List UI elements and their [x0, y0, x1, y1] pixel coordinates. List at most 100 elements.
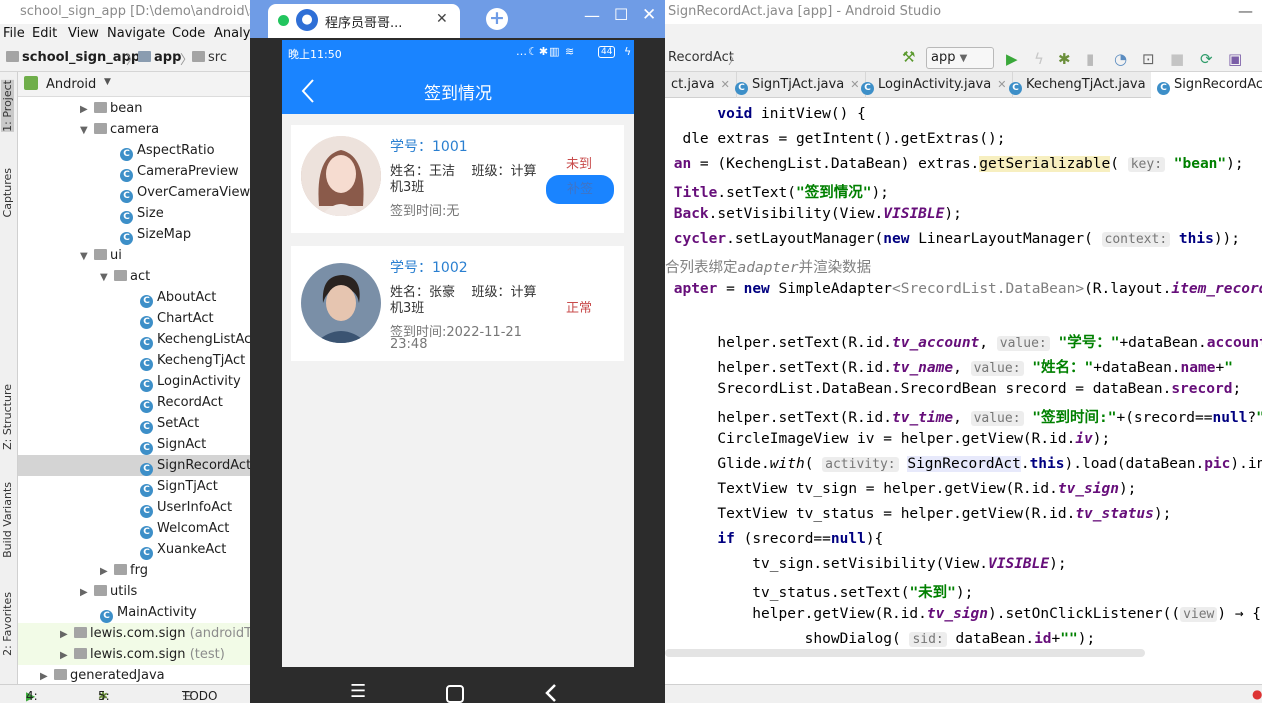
tree-item-frg[interactable]: ▶ frg	[18, 560, 250, 581]
maximize-icon[interactable]: ☐	[614, 5, 628, 24]
tree-item-kechenglistact[interactable]: C KechengListAct	[18, 329, 250, 350]
project-view-select[interactable]: Android	[46, 77, 96, 92]
menu-navigate[interactable]: Navigate	[107, 26, 165, 41]
tab-signtjact[interactable]: C SignTjAct.java ✕	[729, 72, 867, 98]
stop-icon[interactable]: ■	[1170, 50, 1184, 68]
attach-icon[interactable]: ⊡	[1142, 50, 1155, 68]
code-editor[interactable]: void initView() { dle extras = getIntent…	[665, 98, 1262, 684]
tool-build-variants[interactable]: Build Variants	[1, 482, 14, 558]
tab-kechengtjact[interactable]: CKechengTjAct.java✕	[1003, 72, 1168, 98]
breadcrumb-current[interactable]: RecordAct	[668, 50, 734, 65]
tree-item-package-test[interactable]: ▶ lewis.com.sign (test)	[18, 644, 250, 665]
chevron-down-icon[interactable]: ▼	[80, 120, 94, 140]
tab-loginactivity[interactable]: C LoginActivity.java ✕	[855, 72, 1014, 98]
tool-favorites[interactable]: 2: Favorites	[1, 592, 14, 656]
home-icon[interactable]	[446, 685, 464, 703]
debug-icon[interactable]: ✱	[1058, 50, 1071, 68]
tree-item-userinfoact[interactable]: C UserInfoAct	[18, 497, 250, 518]
debug-tool-label: 5: Debug	[98, 689, 110, 703]
run-config-select[interactable]: app ▼	[926, 47, 994, 69]
tree-item-camerapreview[interactable]: C CameraPreview	[18, 161, 250, 182]
tool-captures[interactable]: Captures	[1, 168, 14, 217]
tree-item-utils[interactable]: ▶ utils	[18, 581, 250, 602]
code-line: Title.setText("签到情况");	[673, 185, 889, 201]
tree-item-signrecordact[interactable]: C SignRecordAct	[18, 455, 250, 476]
sync-icon[interactable]: ⟳	[1200, 50, 1213, 68]
tree-item-label: OverCameraView	[137, 185, 250, 200]
error-indicator-icon[interactable]: ●	[1252, 687, 1262, 701]
tree-item-label: CameraPreview	[137, 164, 239, 179]
class-icon: C	[140, 358, 153, 371]
tree-item-generatedjava[interactable]: ▶ generatedJava	[18, 665, 250, 686]
apply-changes-icon[interactable]: ϟ	[1034, 50, 1044, 68]
tree-item-label: camera	[110, 122, 160, 137]
avd-manager-icon[interactable]: ▣	[1228, 50, 1242, 68]
chevron-right-icon[interactable]: ▶	[60, 645, 74, 665]
tab-signrecordact[interactable]: C SignRecordAct	[1151, 72, 1262, 98]
tree-item-package-androidtest[interactable]: ▶ lewis.com.sign (androidTe	[18, 623, 250, 644]
tree-item-welcomact[interactable]: C WelcomAct	[18, 518, 250, 539]
tree-item-size[interactable]: C Size	[18, 203, 250, 224]
tree-item-ui[interactable]: ▼ ui	[18, 245, 250, 266]
tree-item-recordact[interactable]: C RecordAct	[18, 392, 250, 413]
project-panel-header: Android ▼	[18, 72, 250, 97]
class-icon: C	[140, 505, 153, 518]
tree-item-kechengtjact[interactable]: C KechengTjAct	[18, 350, 250, 371]
chevron-right-icon[interactable]: ▶	[60, 624, 74, 644]
menu-view[interactable]: View	[68, 26, 99, 41]
code-line: helper.getView(R.id.tv_sign).setOnClickL…	[665, 606, 1262, 622]
chevron-down-icon[interactable]: ▼	[104, 77, 111, 87]
mirror-tab[interactable]: ● 程序员哥哥... ✕	[268, 4, 460, 38]
tree-item-bean[interactable]: ▶ bean	[18, 98, 250, 119]
tree-item-aspectratio[interactable]: C AspectRatio	[18, 140, 250, 161]
tree-item-camera[interactable]: ▼ camera	[18, 119, 250, 140]
tab-act[interactable]: ct.java ✕	[665, 72, 737, 98]
tree-item-act[interactable]: ▼ act	[18, 266, 250, 287]
chevron-right-icon[interactable]: ▶	[80, 99, 94, 119]
chevron-down-icon[interactable]: ▼	[100, 267, 114, 287]
menu-edit[interactable]: Edit	[32, 26, 57, 41]
tree-item-overcameraview[interactable]: C OverCameraView	[18, 182, 250, 203]
new-tab-icon[interactable]: +	[486, 8, 508, 30]
back-icon[interactable]	[544, 683, 558, 703]
close-tab-icon[interactable]: ✕	[436, 11, 448, 27]
tree-item-mainactivity[interactable]: C MainActivity	[18, 602, 250, 623]
minimize-icon[interactable]: —	[1238, 2, 1253, 20]
record-card: 学号：1002 姓名：张豪 班级：计算 机3班 签到时间:2022-11-21 …	[291, 246, 624, 361]
menu-file[interactable]: File	[3, 26, 25, 41]
menu-icon[interactable]: ☰	[350, 681, 366, 702]
tree-item-setact[interactable]: C SetAct	[18, 413, 250, 434]
tree-item-chartact[interactable]: C ChartAct	[18, 308, 250, 329]
breadcrumb-project[interactable]: school_sign_app	[6, 50, 140, 65]
tree-item-label: AboutAct	[157, 290, 217, 305]
tree-item-label: SizeMap	[137, 227, 192, 242]
breadcrumb-module[interactable]: app	[138, 50, 181, 65]
code-line: 合列表绑定adapter并渲染数据	[665, 260, 872, 276]
tool-structure[interactable]: Z: Structure	[1, 384, 14, 450]
profile-icon[interactable]: ◔	[1114, 50, 1127, 68]
makeup-sign-button[interactable]: 补签	[546, 175, 614, 204]
tree-item-sizemap[interactable]: C SizeMap	[18, 224, 250, 245]
coverage-icon[interactable]: ▮	[1086, 50, 1094, 68]
minimize-icon[interactable]: —	[584, 6, 600, 25]
code-line: void initView() {	[717, 106, 866, 122]
tree-item-signact[interactable]: C SignAct	[18, 434, 250, 455]
run-icon[interactable]: ▶	[1006, 50, 1018, 68]
code-line: SrecordList.DataBean.SrecordBean srecord…	[665, 381, 1242, 397]
student-avatar	[301, 136, 381, 216]
breadcrumb-folder[interactable]: src	[192, 50, 227, 65]
chevron-down-icon[interactable]: ▼	[80, 246, 94, 266]
hammer-icon[interactable]: ⚒	[902, 48, 915, 66]
chevron-right-icon[interactable]: ▶	[80, 582, 94, 602]
menu-code[interactable]: Code	[172, 26, 205, 41]
tool-project[interactable]: 1: Project	[1, 80, 14, 132]
folder-icon	[94, 123, 107, 134]
tree-item-loginactivity[interactable]: C LoginActivity	[18, 371, 250, 392]
tree-item-xuankeact[interactable]: C XuankeAct	[18, 539, 250, 560]
chevron-right-icon[interactable]: ▶	[100, 561, 114, 581]
chevron-right-icon[interactable]: ▶	[40, 666, 54, 686]
horizontal-scrollbar[interactable]	[665, 649, 1145, 657]
tree-item-signtjact[interactable]: C SignTjAct	[18, 476, 250, 497]
tree-item-aboutact[interactable]: C AboutAct	[18, 287, 250, 308]
close-icon[interactable]: ✕	[642, 5, 656, 25]
